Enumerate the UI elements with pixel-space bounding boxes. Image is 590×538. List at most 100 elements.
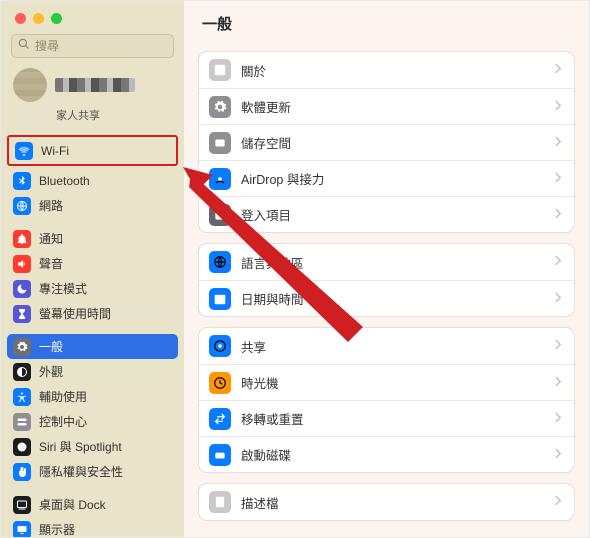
- settings-row-transfer[interactable]: 移轉或重置: [199, 400, 574, 436]
- close-window-button[interactable]: [15, 13, 26, 24]
- sidebar-group-separator: [7, 218, 178, 226]
- chevron-right-icon: [555, 61, 562, 79]
- bluetooth-icon: [13, 172, 31, 190]
- settings-row-gear-badge[interactable]: 軟體更新: [199, 88, 574, 124]
- sidebar-item-display[interactable]: 顯示器: [7, 517, 178, 537]
- sidebar-item-label: 專注模式: [39, 280, 87, 297]
- sidebar-item-hourglass[interactable]: 螢幕使用時間: [7, 301, 178, 326]
- hourglass-icon: [13, 305, 31, 323]
- settings-row-login-items[interactable]: 登入項目: [199, 196, 574, 232]
- settings-row-disk[interactable]: 儲存空間: [199, 124, 574, 160]
- sidebar-item-bluetooth[interactable]: Bluetooth: [7, 168, 178, 193]
- sidebar-item-appearance[interactable]: 外觀: [7, 359, 178, 384]
- settings-group-3: 描述檔: [198, 483, 575, 521]
- sidebar-item-bell[interactable]: 通知: [7, 226, 178, 251]
- sidebar-item-switches[interactable]: 控制中心: [7, 409, 178, 434]
- sidebar-item-label: 輔助使用: [39, 388, 87, 405]
- settings-row-airdrop[interactable]: AirDrop 與接力: [199, 160, 574, 196]
- sidebar-item-gear[interactable]: 一般: [7, 334, 178, 359]
- chevron-right-icon: [555, 134, 562, 152]
- chevron-right-icon: [555, 98, 562, 116]
- startup-disk-icon: [209, 444, 231, 466]
- sidebar-item-hand[interactable]: 隱私權與安全性: [7, 459, 178, 484]
- airdrop-icon: [209, 168, 231, 190]
- bell-icon: [13, 230, 31, 248]
- sound-icon: [13, 255, 31, 273]
- page-title: 一般: [184, 1, 589, 45]
- settings-panels: 關於軟體更新儲存空間 AirDrop 與接力登入項目語言與地區日期與時間共享時光機…: [184, 45, 589, 531]
- sidebar-item-label: 通知: [39, 230, 63, 247]
- search-field-wrapper[interactable]: [11, 34, 174, 58]
- settings-row-label: 登入項目: [241, 205, 555, 224]
- settings-group-0: 關於軟體更新儲存空間 AirDrop 與接力登入項目: [198, 51, 575, 233]
- settings-row-globe[interactable]: 語言與地區: [199, 244, 574, 280]
- zoom-window-button[interactable]: [51, 13, 62, 24]
- sidebar-item-label: 網路: [39, 197, 63, 214]
- chevron-right-icon: [555, 446, 562, 464]
- sidebar-list: Wi-Fi Bluetooth 網路通知聲音專注模式螢幕使用時間一般外觀輔助使用控制…: [1, 131, 184, 537]
- sidebar-group-separator: [7, 326, 178, 334]
- settings-row-startup-disk[interactable]: 啟動磁碟: [199, 436, 574, 472]
- settings-window: 家人共享 Wi-FiBluetooth網路通知聲音專注模式螢幕使用時間一般外觀輔…: [0, 0, 590, 538]
- disk-icon: [209, 132, 231, 154]
- avatar: [13, 68, 47, 102]
- window-traffic-lights: [1, 1, 184, 34]
- moon-icon: [13, 280, 31, 298]
- search-icon: [18, 37, 30, 55]
- sidebar-item-label: 顯示器: [39, 521, 75, 537]
- sidebar-item-wifi[interactable]: Wi-Fi: [9, 138, 176, 163]
- sidebar-item-network[interactable]: 網路: [7, 193, 178, 218]
- login-items-icon: [209, 204, 231, 226]
- globe-icon: [209, 251, 231, 273]
- settings-row-share[interactable]: 共享: [199, 328, 574, 364]
- sidebar-item-sound[interactable]: 聲音: [7, 251, 178, 276]
- settings-row-label: 移轉或重置: [241, 409, 555, 428]
- sidebar-item-label: 隱私權與安全性: [39, 463, 123, 480]
- sidebar-item-moon[interactable]: 專注模式: [7, 276, 178, 301]
- chevron-right-icon: [555, 493, 562, 511]
- chevron-right-icon: [555, 337, 562, 355]
- settings-row-label: 關於: [241, 61, 555, 80]
- settings-row-timemachine[interactable]: 時光機: [199, 364, 574, 400]
- sidebar-item-label: 外觀: [39, 363, 63, 380]
- calendar-icon: [209, 288, 231, 310]
- chevron-right-icon: [555, 206, 562, 224]
- timemachine-icon: [209, 372, 231, 394]
- chevron-right-icon: [555, 290, 562, 308]
- chevron-right-icon: [555, 253, 562, 271]
- share-icon: [209, 335, 231, 357]
- sidebar-item-label: 一般: [39, 338, 63, 355]
- sidebar-item-accessibility[interactable]: 輔助使用: [7, 384, 178, 409]
- settings-row-label: 語言與地區: [241, 253, 555, 272]
- settings-row-label: 共享: [241, 337, 555, 356]
- settings-group-2: 共享時光機移轉或重置啟動磁碟: [198, 327, 575, 473]
- settings-row-label: 軟體更新: [241, 97, 555, 116]
- settings-row-calendar[interactable]: 日期與時間: [199, 280, 574, 316]
- sidebar-item-label: Wi-Fi: [41, 144, 69, 158]
- search-input[interactable]: [35, 39, 167, 53]
- accessibility-icon: [13, 388, 31, 406]
- search-container: [11, 34, 174, 58]
- family-sharing-label[interactable]: 家人共享: [1, 104, 184, 131]
- transfer-icon: [209, 408, 231, 430]
- minimize-window-button[interactable]: [33, 13, 44, 24]
- settings-row-label: 儲存空間: [241, 133, 555, 152]
- siri-icon: [13, 438, 31, 456]
- sidebar-item-label: 控制中心: [39, 413, 87, 430]
- wifi-icon: [15, 142, 33, 160]
- sidebar-item-dock[interactable]: 桌面與 Dock: [7, 492, 178, 517]
- settings-row-label: 日期與時間: [241, 289, 555, 308]
- hand-icon: [13, 463, 31, 481]
- info-icon: [209, 59, 231, 81]
- account-name-obscured: [55, 78, 135, 92]
- switches-icon: [13, 413, 31, 431]
- sidebar-item-siri[interactable]: Siri 與 Spotlight: [7, 434, 178, 459]
- sidebar-item-label: 桌面與 Dock: [39, 496, 106, 513]
- settings-row-info[interactable]: 關於: [199, 52, 574, 88]
- settings-row-profile[interactable]: 描述檔: [199, 484, 574, 520]
- appearance-icon: [13, 363, 31, 381]
- settings-row-label: 時光機: [241, 373, 555, 392]
- gear-badge-icon: [209, 96, 231, 118]
- annotation-highlight-box: Wi-Fi: [7, 135, 178, 166]
- apple-id-account[interactable]: [1, 66, 184, 104]
